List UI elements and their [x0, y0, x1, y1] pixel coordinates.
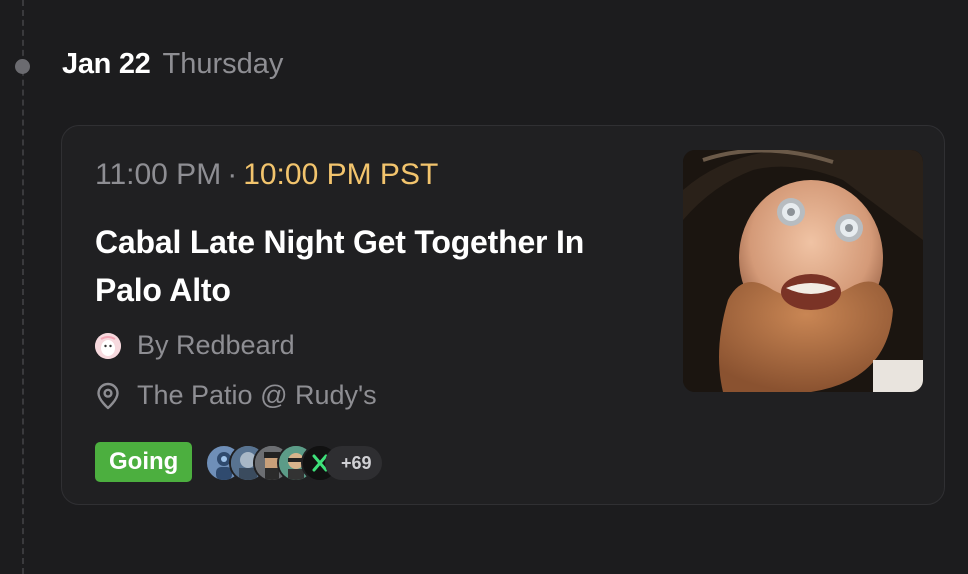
attendee-avatars[interactable]: +69 [205, 444, 382, 482]
date-weekday: Thursday [162, 48, 284, 80]
event-time-local: 10:00 PM PST [243, 158, 439, 191]
date-day: Jan 22 [62, 48, 151, 80]
time-separator: · [227, 158, 238, 191]
location-name: The Patio @ Rudy's [137, 380, 377, 410]
event-time: 11:00 PM · 10:00 PM PST [95, 158, 438, 192]
going-status-badge[interactable]: Going [95, 442, 193, 482]
map-pin-icon [97, 382, 119, 409]
event-card[interactable]: 11:00 PM · 10:00 PM PST Cabal Late Night G… [61, 125, 945, 505]
event-title[interactable]: Cabal Late Night Get Together In Palo Al… [95, 218, 655, 314]
timeline-line [22, 0, 24, 574]
timeline-dot-icon [15, 59, 30, 74]
date-header: Jan 22 Thursday [62, 48, 283, 88]
attendee-count: +69 [325, 446, 382, 480]
event-time-primary: 11:00 PM [95, 158, 222, 191]
event-location[interactable]: The Patio @ Rudy's [95, 380, 377, 411]
event-host[interactable]: By Redbeard [95, 330, 295, 361]
host-avatar [95, 332, 121, 359]
host-name: By Redbeard [137, 330, 295, 360]
event-cover-image[interactable] [683, 150, 923, 392]
